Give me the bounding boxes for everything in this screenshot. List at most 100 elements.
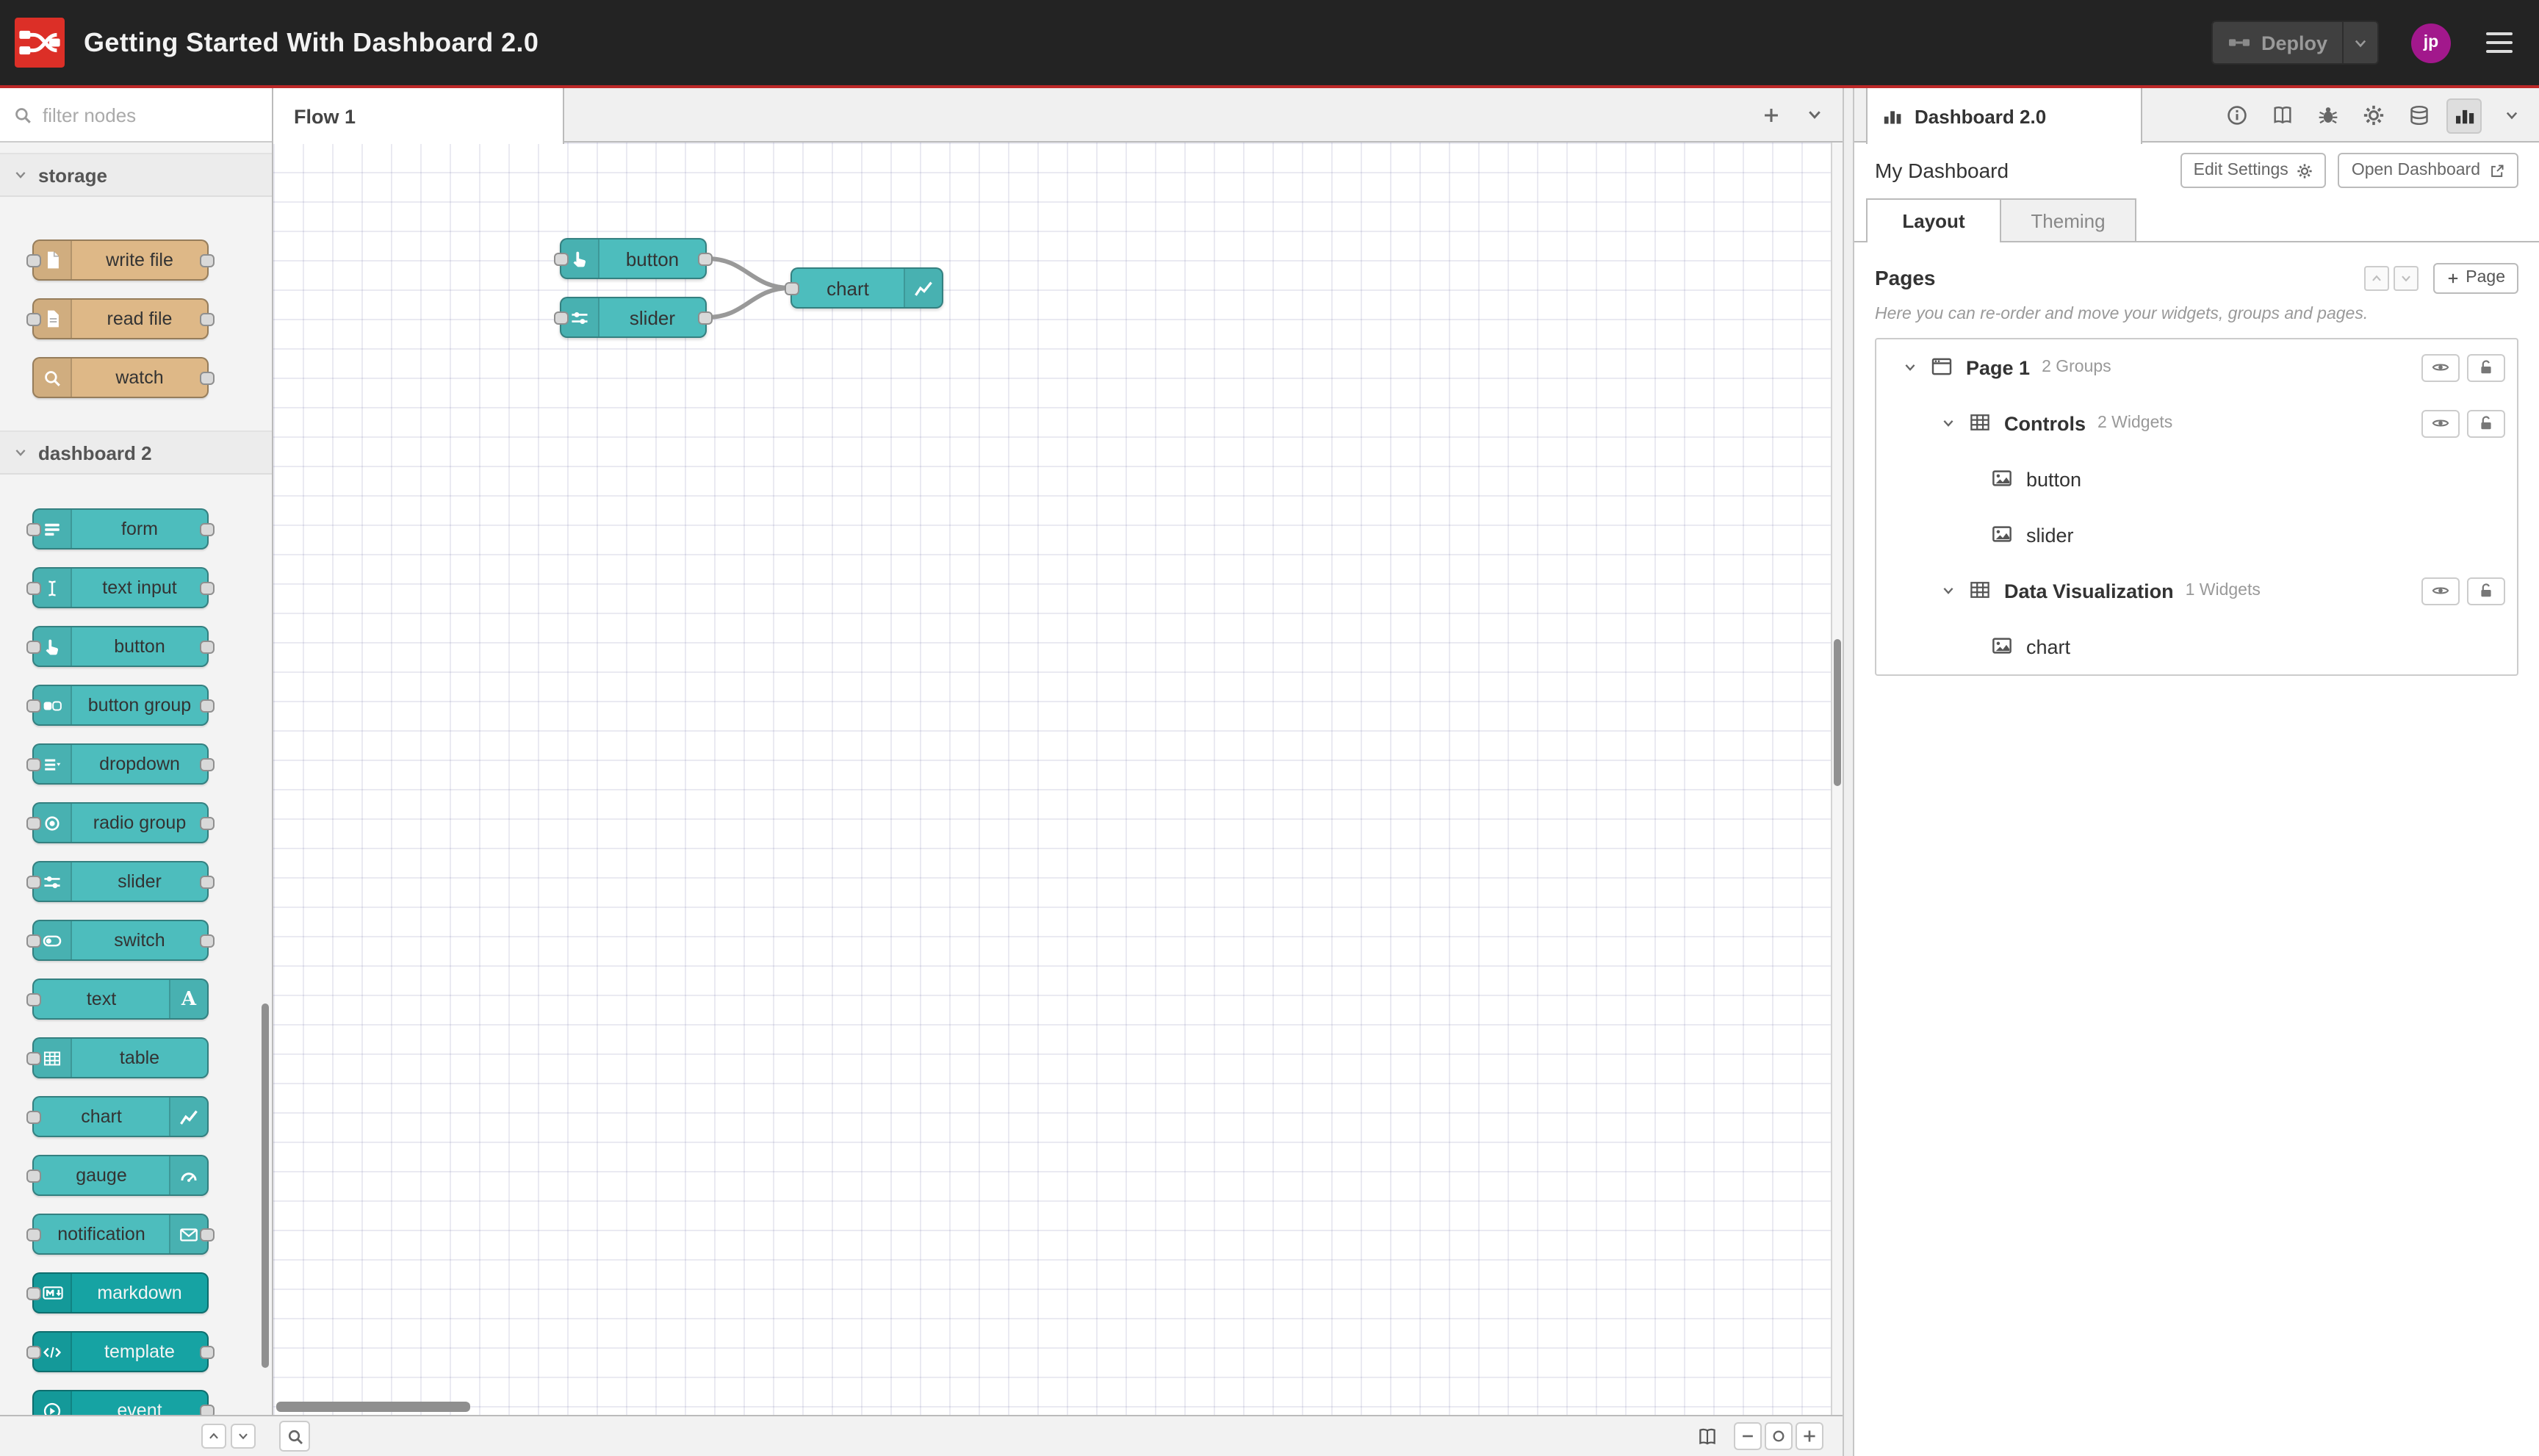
main-menu-button[interactable] xyxy=(2486,32,2513,54)
expand-categories-button[interactable] xyxy=(231,1424,256,1449)
port-in[interactable] xyxy=(26,816,41,829)
vertical-scrollbar-track[interactable] xyxy=(1831,143,1843,1415)
palette-node-write-file[interactable]: write file xyxy=(26,239,215,281)
context-tab-button[interactable] xyxy=(2401,98,2436,133)
edit-settings-button[interactable]: Edit Settings xyxy=(2180,153,2327,188)
port-out[interactable] xyxy=(200,816,215,829)
lock-toggle-button[interactable] xyxy=(2467,353,2505,381)
port-in[interactable] xyxy=(785,281,799,295)
move-down-button[interactable] xyxy=(2394,265,2419,290)
add-flow-button[interactable] xyxy=(1754,98,1787,131)
port-out[interactable] xyxy=(200,1404,215,1415)
tab-flow-1[interactable]: Flow 1 xyxy=(273,88,564,144)
dashboard-tab-button[interactable] xyxy=(2446,98,2482,133)
flow-node-button[interactable]: button xyxy=(554,238,713,279)
chevron-down-icon[interactable] xyxy=(1941,583,1959,598)
port-out[interactable] xyxy=(200,371,215,384)
palette-node-text-input[interactable]: text input xyxy=(26,567,215,608)
tree-row-widget-slider[interactable]: slider xyxy=(1876,507,2517,563)
filter-nodes-input[interactable] xyxy=(43,104,259,126)
vertical-scrollbar[interactable] xyxy=(1834,639,1841,786)
tab-theming[interactable]: Theming xyxy=(2001,198,2136,242)
port-in[interactable] xyxy=(26,640,41,653)
sidebar-resize-handle[interactable] xyxy=(1843,88,1854,1456)
flow-node-slider[interactable]: slider xyxy=(554,297,713,338)
flow-node-chart[interactable]: chart xyxy=(785,267,943,309)
visibility-toggle-button[interactable] xyxy=(2421,353,2460,381)
category-dashboard-2[interactable]: dashboard 2 xyxy=(0,430,272,475)
deploy-button[interactable]: Deploy xyxy=(2211,21,2379,65)
palette-node-chart[interactable]: chart xyxy=(26,1096,209,1137)
port-out[interactable] xyxy=(200,581,215,594)
palette-node-notification[interactable]: notification xyxy=(26,1214,215,1255)
port-in[interactable] xyxy=(26,581,41,594)
info-tab-button[interactable] xyxy=(2219,98,2254,133)
palette-node-switch[interactable]: switch xyxy=(26,920,215,961)
tree-row-group-data-visualization[interactable]: Data Visualization 1 Widgets xyxy=(1876,563,2517,619)
port-in[interactable] xyxy=(26,1228,41,1241)
port-out[interactable] xyxy=(200,875,215,888)
navigator-toggle-button[interactable] xyxy=(1693,1424,1722,1450)
deploy-options-button[interactable] xyxy=(2342,22,2377,63)
palette-node-watch[interactable]: watch xyxy=(32,357,215,398)
port-in[interactable] xyxy=(26,1051,41,1064)
port-out[interactable] xyxy=(698,252,713,265)
zoom-out-button[interactable] xyxy=(1734,1422,1762,1450)
debug-tab-button[interactable] xyxy=(2310,98,2345,133)
port-in[interactable] xyxy=(26,875,41,888)
port-in[interactable] xyxy=(26,757,41,771)
open-dashboard-button[interactable]: Open Dashboard xyxy=(2338,153,2518,188)
port-out[interactable] xyxy=(200,699,215,712)
lock-toggle-button[interactable] xyxy=(2467,409,2505,437)
port-in[interactable] xyxy=(554,311,569,324)
chevron-down-icon[interactable] xyxy=(1903,360,1920,375)
add-page-button[interactable]: Page xyxy=(2433,262,2518,293)
port-in[interactable] xyxy=(26,522,41,536)
port-out[interactable] xyxy=(200,757,215,771)
tree-row-page-1[interactable]: Page 1 2 Groups xyxy=(1876,339,2517,395)
zoom-reset-button[interactable] xyxy=(1765,1422,1793,1450)
port-in[interactable] xyxy=(26,1169,41,1182)
flow-canvas[interactable]: button slider chart xyxy=(273,143,1843,1456)
lock-toggle-button[interactable] xyxy=(2467,577,2505,605)
collapse-categories-button[interactable] xyxy=(201,1424,226,1449)
palette-scrollbar[interactable] xyxy=(262,1003,269,1368)
tab-layout[interactable]: Layout xyxy=(1866,198,2001,242)
palette-node-template[interactable]: template xyxy=(26,1331,215,1372)
port-out[interactable] xyxy=(200,1228,215,1241)
palette-node-markdown[interactable]: markdown xyxy=(26,1272,209,1313)
chevron-down-icon[interactable] xyxy=(1941,416,1959,430)
sidebar-tab-dashboard[interactable]: Dashboard 2.0 xyxy=(1866,88,2142,144)
port-out[interactable] xyxy=(200,522,215,536)
help-tab-button[interactable] xyxy=(2264,98,2299,133)
palette-node-slider[interactable]: slider xyxy=(26,861,215,902)
horizontal-scrollbar[interactable] xyxy=(276,1402,470,1412)
tree-row-widget-button[interactable]: button xyxy=(1876,451,2517,507)
port-out[interactable] xyxy=(200,312,215,325)
port-in[interactable] xyxy=(26,1110,41,1123)
port-in[interactable] xyxy=(26,312,41,325)
palette-node-text[interactable]: text A xyxy=(26,979,209,1020)
port-in[interactable] xyxy=(26,1286,41,1300)
port-in[interactable] xyxy=(26,1345,41,1358)
port-out[interactable] xyxy=(200,934,215,947)
sidebar-menu-button[interactable] xyxy=(2498,98,2524,133)
tree-row-group-controls[interactable]: Controls 2 Widgets xyxy=(1876,395,2517,451)
palette-node-event[interactable]: event xyxy=(32,1390,215,1415)
port-in[interactable] xyxy=(26,992,41,1006)
port-in[interactable] xyxy=(26,934,41,947)
visibility-toggle-button[interactable] xyxy=(2421,577,2460,605)
config-nodes-tab-button[interactable] xyxy=(2355,98,2391,133)
port-out[interactable] xyxy=(698,311,713,324)
port-in[interactable] xyxy=(26,699,41,712)
palette-node-button-group[interactable]: button group xyxy=(26,685,215,726)
palette-node-radio-group[interactable]: radio group xyxy=(26,802,215,843)
palette-node-gauge[interactable]: gauge xyxy=(26,1155,209,1196)
avatar[interactable]: jp xyxy=(2411,23,2451,62)
move-up-button[interactable] xyxy=(2364,265,2390,290)
tree-row-widget-chart[interactable]: chart xyxy=(1876,619,2517,674)
port-in[interactable] xyxy=(26,253,41,267)
category-storage[interactable]: storage xyxy=(0,153,272,197)
port-in[interactable] xyxy=(554,252,569,265)
visibility-toggle-button[interactable] xyxy=(2421,409,2460,437)
